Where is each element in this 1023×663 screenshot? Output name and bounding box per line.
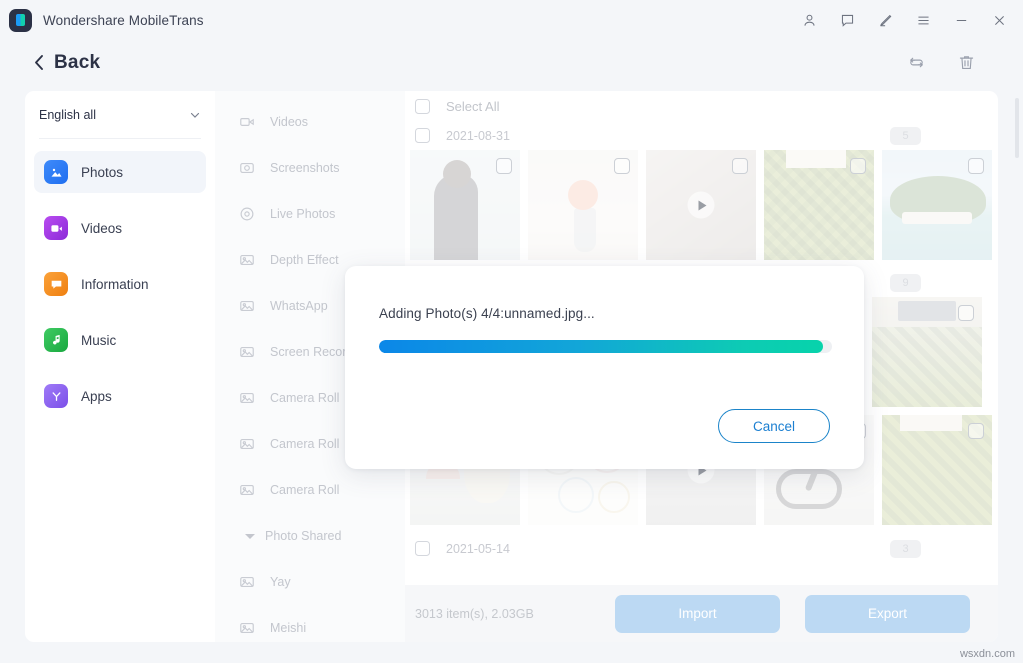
cancel-button[interactable]: Cancel [718,409,830,443]
progress-message: Adding Photo(s) 4/4:unnamed.jpg... [379,306,595,321]
progress-dialog: Adding Photo(s) 4/4:unnamed.jpg... Cance… [345,266,864,469]
watermark: wsxdn.com [959,648,1015,660]
progress-bar [379,340,832,353]
application-window: Wondershare MobileTrans Back English all… [0,0,1023,663]
progress-bar-fill [379,340,823,353]
